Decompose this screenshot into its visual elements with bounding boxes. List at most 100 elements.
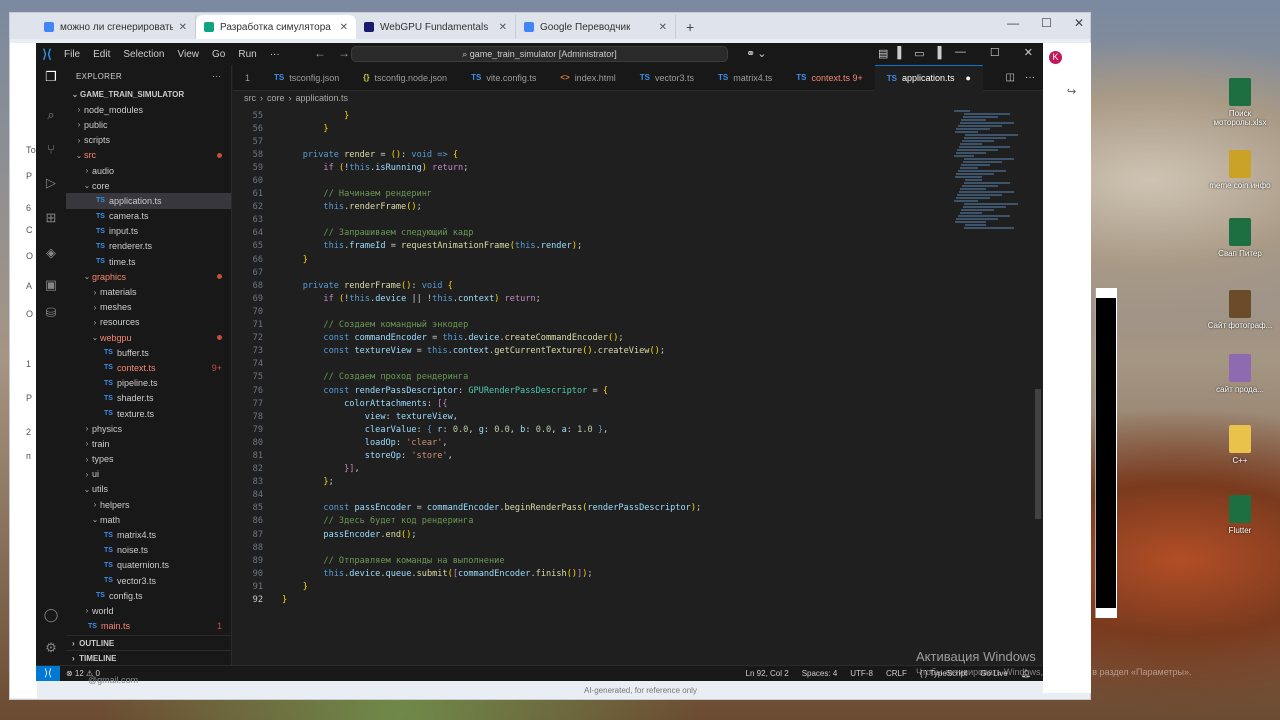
run-debug-icon[interactable]: ▷ [42, 175, 60, 193]
breadcrumb-item[interactable]: core [267, 93, 285, 103]
file-item[interactable]: TS main.ts 1 [66, 619, 231, 634]
file-item[interactable]: TS buffer.ts [66, 345, 231, 360]
file-item[interactable]: TS noise.ts [66, 543, 231, 558]
toggle-secondary-sidebar-icon[interactable]: ▐ [934, 47, 942, 60]
editor-tab[interactable]: TS application.ts ● [874, 64, 983, 91]
explorer-icon[interactable]: ❐ [42, 69, 60, 87]
folder-item[interactable]: ⌄ math [66, 512, 231, 527]
copilot-icon[interactable]: ⚭ [746, 47, 755, 60]
menu-item[interactable]: File [64, 49, 80, 60]
folder-item[interactable]: › resources [66, 315, 231, 330]
timeline-section[interactable]: › TIMELINE [66, 650, 231, 665]
editor-tab[interactable]: {} tsconfig.node.json [351, 65, 459, 91]
folder-item[interactable]: ⌄ utils [66, 482, 231, 497]
desktop-shortcut[interactable]: Flutter [1205, 495, 1275, 535]
file-item[interactable]: TS quaternion.ts [66, 558, 231, 573]
menu-item[interactable]: View [178, 49, 200, 60]
share-icon[interactable]: ↪ [1067, 85, 1076, 98]
editor-tab[interactable]: <> index.html [548, 65, 627, 91]
file-item[interactable]: TS input.ts [66, 224, 231, 239]
minimize-icon[interactable]: — [1007, 16, 1019, 30]
editor-tab[interactable]: TS context.ts 9+ [784, 65, 875, 91]
line-ending[interactable]: CRLF [886, 669, 907, 678]
desktop-shortcut[interactable]: Поиск моторолы.xlsx [1205, 78, 1275, 127]
account-icon[interactable]: ◯ [42, 607, 60, 625]
editor-tab[interactable]: TS vite.config.ts [459, 65, 548, 91]
file-item[interactable]: TS texture.ts [66, 406, 231, 421]
browser-tab[interactable]: Google Переводчик ✕ [516, 15, 676, 39]
folder-item[interactable]: › types [66, 452, 231, 467]
extensions-icon[interactable]: ⊞ [42, 210, 60, 228]
folder-item[interactable]: › public [66, 117, 231, 132]
file-item[interactable]: TS time.ts [66, 254, 231, 269]
remote-explorer-icon[interactable]: ▣ [42, 277, 60, 295]
menu-item[interactable]: Edit [93, 49, 110, 60]
back-arrow-icon[interactable]: ← [314, 46, 326, 60]
desktop-shortcut[interactable]: Сайт фотограф... [1205, 290, 1275, 330]
menu-item[interactable]: Run [238, 49, 256, 60]
desktop-shortcut[interactable]: Свап Питер [1205, 218, 1275, 258]
folder-item[interactable]: › scripts [66, 133, 231, 148]
desktop-shortcut[interactable]: C++ [1205, 425, 1275, 465]
desktop-shortcut[interactable]: сайт прода... [1205, 354, 1275, 394]
browser-tab[interactable]: WebGPU Fundamentals ✕ [356, 15, 516, 39]
browser-tab[interactable]: Разработка симулятора товар ✕ [196, 15, 356, 39]
forward-arrow-icon[interactable]: → [338, 46, 350, 60]
toggle-panel-icon[interactable]: ▭ [914, 47, 924, 60]
file-item[interactable]: TS camera.ts [66, 209, 231, 224]
menu-item[interactable]: ··· [270, 49, 280, 60]
folder-item[interactable]: › train [66, 436, 231, 451]
chevron-down-icon[interactable]: ⌄ [757, 47, 766, 60]
file-item[interactable]: TS matrix4.ts [66, 527, 231, 542]
outline-section[interactable]: › OUTLINE [66, 635, 231, 650]
remote-icon[interactable]: ⟩⟨ [36, 665, 60, 681]
file-item[interactable]: TS context.ts 9+ [66, 360, 231, 375]
layout-icon[interactable]: ▤ [878, 47, 888, 60]
maximize-icon[interactable]: ☐ [1041, 16, 1052, 30]
close-icon[interactable]: ✕ [1074, 16, 1084, 30]
file-item[interactable]: TS vector3.ts [66, 573, 231, 588]
maximize-icon[interactable]: ☐ [990, 46, 1000, 59]
editor-scrollbar[interactable] [1035, 109, 1041, 665]
gear-icon[interactable]: ⚙ [42, 640, 60, 658]
folder-item[interactable]: › materials [66, 284, 231, 299]
breadcrumb-item[interactable]: src [244, 93, 256, 103]
file-item[interactable]: TS renderer.ts [66, 239, 231, 254]
minimize-icon[interactable]: — [955, 46, 966, 59]
folder-item[interactable]: ⌄ core [66, 178, 231, 193]
breadcrumb-item[interactable]: application.ts [296, 93, 349, 103]
new-tab-icon[interactable]: + [676, 15, 704, 39]
editor-tab[interactable]: TS vector3.ts [628, 65, 706, 91]
close-tab-icon[interactable]: ✕ [340, 22, 348, 33]
editor-tab[interactable]: TS matrix4.ts [706, 65, 784, 91]
file-item[interactable]: TS shader.ts [66, 391, 231, 406]
folder-item[interactable]: › node_modules [66, 102, 231, 117]
unsaved-dot-icon[interactable]: ● [966, 73, 971, 83]
pages-icon[interactable]: ◈ [42, 245, 60, 263]
desktop-shortcut[interactable]: meme coin инфо [1205, 150, 1275, 190]
command-center-search[interactable]: ⌕ game_train_simulator [Administrator] [351, 46, 728, 62]
more-icon[interactable]: ··· [1025, 72, 1035, 83]
browser-tab[interactable]: можно ли сгенерировать лока ✕ [36, 15, 196, 39]
folder-item[interactable]: › physics [66, 421, 231, 436]
split-editor-icon[interactable]: ◫ [1006, 72, 1015, 83]
close-tab-icon[interactable]: ✕ [499, 22, 507, 33]
more-icon[interactable]: ··· [212, 72, 221, 81]
menu-item[interactable]: Go [212, 49, 225, 60]
source-control-icon[interactable]: ⑂ [42, 142, 60, 160]
close-tab-icon[interactable]: ✕ [659, 22, 667, 33]
close-icon[interactable]: ✕ [1024, 46, 1033, 59]
editor-tab[interactable]: 1 [233, 65, 262, 91]
folder-item[interactable]: › helpers [66, 497, 231, 512]
toggle-sidebar-icon[interactable]: ▌ [897, 47, 905, 60]
avatar[interactable]: K [1049, 51, 1062, 64]
folder-item[interactable]: › meshes [66, 300, 231, 315]
database-icon[interactable]: ⛁ [42, 305, 60, 323]
code-view[interactable]: 55 } 56 } 57 58 private render = (): voi… [233, 109, 953, 607]
folder-item[interactable]: › audio [66, 163, 231, 178]
folder-item[interactable]: › world [66, 603, 231, 618]
indentation[interactable]: Spaces: 4 [802, 669, 838, 678]
search-icon[interactable]: ⌕ [42, 107, 60, 125]
folder-item[interactable]: ⌄ webgpu [66, 330, 231, 345]
folder-item[interactable]: ⌄ graphics [66, 269, 231, 284]
